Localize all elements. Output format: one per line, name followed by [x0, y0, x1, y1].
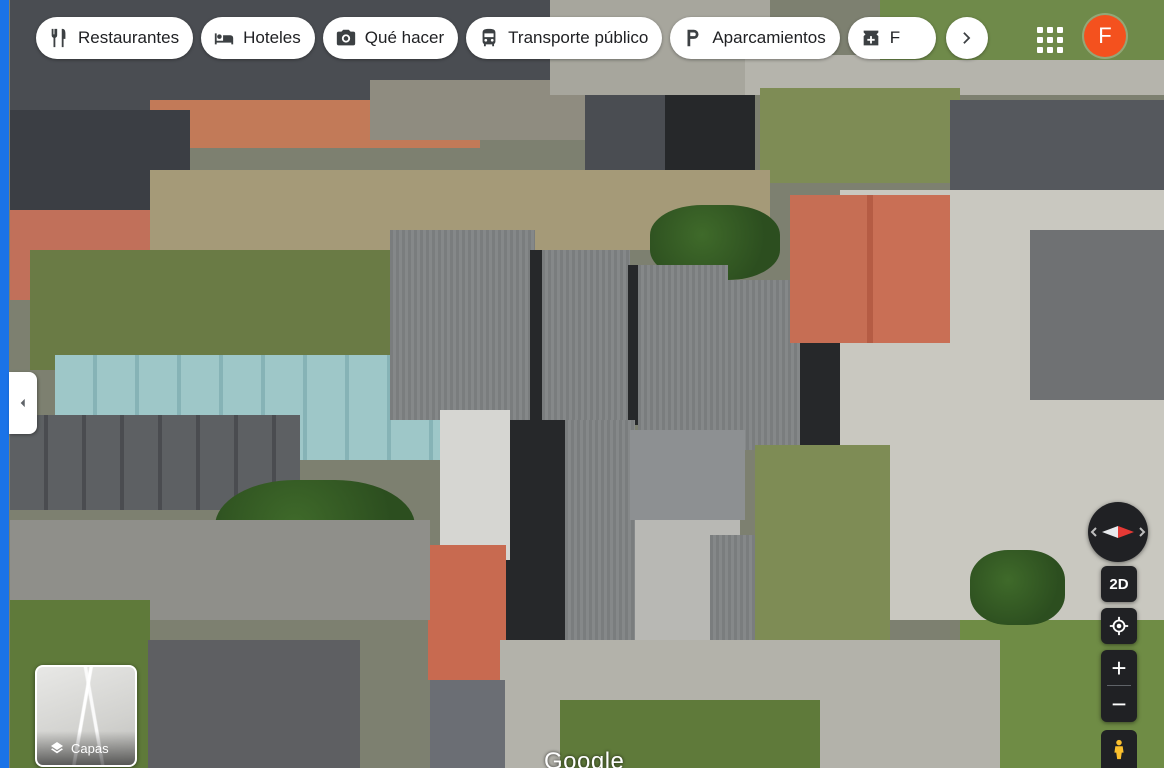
garden-area	[30, 250, 400, 370]
warehouse-roof	[638, 265, 728, 435]
grass-area	[755, 445, 890, 670]
camera-icon	[336, 29, 355, 46]
shadow-area	[628, 265, 638, 425]
building-block	[428, 545, 506, 680]
chip-public-transport[interactable]: Transporte público	[466, 17, 663, 59]
my-location-button[interactable]	[1101, 608, 1137, 644]
warehouse-roof	[565, 420, 635, 640]
pharmacy-icon	[863, 30, 879, 46]
side-panel-edge	[0, 0, 9, 768]
account-avatar[interactable]: F	[1084, 15, 1126, 57]
hotel-icon	[214, 33, 234, 45]
google-apps-button[interactable]	[1030, 20, 1064, 54]
building-block	[148, 640, 360, 768]
chips-next-button[interactable]	[946, 17, 988, 59]
layers-button[interactable]: Capas	[35, 665, 137, 767]
building-block	[950, 100, 1164, 200]
chip-label: Transporte público	[508, 28, 649, 47]
chevron-right-icon	[963, 32, 971, 44]
restaurant-icon	[51, 28, 66, 48]
chip-things-to-do[interactable]: Qué hacer	[322, 17, 459, 59]
layers-icon	[51, 742, 63, 754]
google-attribution: Google	[544, 748, 625, 768]
chip-label: Aparcamientos	[712, 28, 826, 47]
collapse-panel-button[interactable]	[9, 372, 37, 434]
view-mode-button[interactable]: 2D	[1101, 566, 1137, 602]
compass-button[interactable]	[1088, 502, 1148, 562]
chevron-left-icon	[20, 398, 25, 408]
chip-parking[interactable]: Aparcamientos	[670, 17, 840, 59]
tree-canopy	[970, 550, 1065, 625]
chip-pharmacies[interactable]: F	[847, 17, 936, 59]
warehouse-roof	[390, 230, 535, 420]
chip-label: Restaurantes	[78, 28, 180, 47]
chip-hotels[interactable]: Hoteles	[201, 17, 315, 59]
avatar-initial: F	[1098, 23, 1112, 48]
pegman-icon	[1114, 739, 1124, 760]
building-block	[430, 680, 505, 768]
chip-label: F	[889, 28, 901, 47]
category-chips: Restaurantes Hoteles Qué hacer Transport…	[36, 17, 936, 59]
red-roof-building	[790, 195, 950, 343]
compass-icon	[1090, 526, 1146, 538]
building-block	[1030, 230, 1164, 400]
parking-icon	[687, 29, 699, 47]
chip-restaurants[interactable]: Restaurantes	[36, 17, 194, 59]
warehouse-roof	[542, 250, 630, 420]
warehouse-roof	[630, 430, 745, 520]
zoom-in-button[interactable]: +	[1101, 650, 1137, 686]
my-location-icon	[1109, 616, 1129, 636]
shadow-area	[530, 250, 542, 420]
chip-label: Qué hacer	[364, 28, 445, 47]
view-mode-label: 2D	[1109, 575, 1129, 593]
zoom-out-button[interactable]: −	[1101, 686, 1137, 722]
chip-label: Hoteles	[243, 28, 301, 47]
grass-area	[760, 88, 960, 183]
satellite-map[interactable]	[0, 0, 1164, 768]
transit-icon	[482, 28, 496, 47]
zoom-controls: + −	[1101, 650, 1137, 722]
street-view-pegman[interactable]	[1101, 730, 1137, 768]
building-block	[440, 410, 510, 560]
layers-label: Capas	[71, 740, 109, 756]
